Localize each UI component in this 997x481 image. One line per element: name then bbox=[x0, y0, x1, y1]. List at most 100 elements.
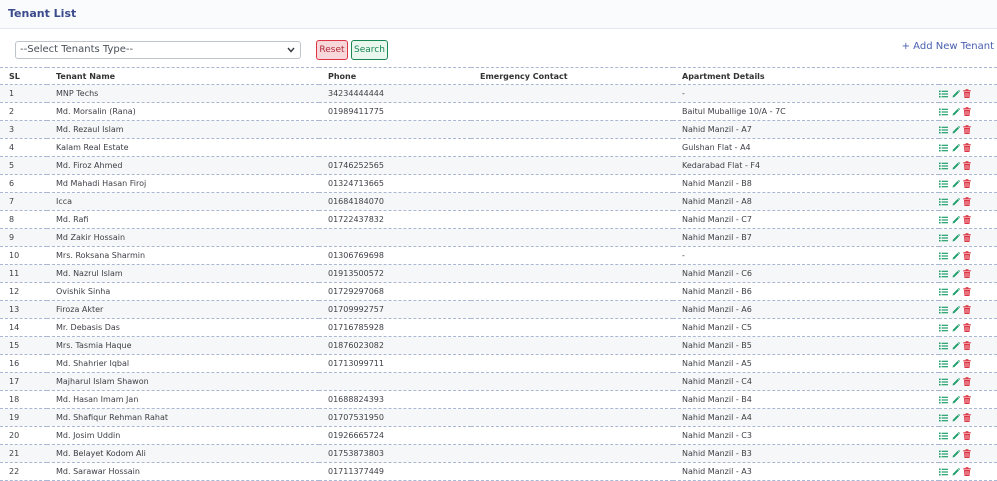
list-icon[interactable] bbox=[939, 360, 948, 368]
cell-phone: 01711377449 bbox=[319, 462, 471, 481]
delete-icon[interactable] bbox=[963, 269, 971, 278]
cell-emergency-contact bbox=[471, 354, 673, 373]
delete-icon[interactable] bbox=[963, 449, 971, 458]
cell-phone: 34234444444 bbox=[319, 84, 471, 103]
list-icon[interactable] bbox=[939, 270, 948, 278]
list-icon[interactable] bbox=[939, 396, 948, 404]
cell-sl: 8 bbox=[0, 210, 47, 229]
search-button[interactable]: Search bbox=[351, 40, 388, 60]
edit-icon[interactable] bbox=[952, 251, 960, 260]
chevron-down-icon bbox=[287, 47, 295, 53]
delete-icon[interactable] bbox=[963, 161, 971, 170]
edit-icon[interactable] bbox=[952, 269, 960, 278]
delete-icon[interactable] bbox=[963, 305, 971, 314]
list-icon[interactable] bbox=[939, 306, 948, 314]
delete-icon[interactable] bbox=[963, 233, 971, 242]
cell-actions bbox=[939, 264, 997, 283]
edit-icon[interactable] bbox=[952, 323, 960, 332]
edit-icon[interactable] bbox=[952, 413, 960, 422]
cell-sl: 15 bbox=[0, 336, 47, 355]
list-icon[interactable] bbox=[939, 252, 948, 260]
list-icon[interactable] bbox=[939, 144, 948, 152]
table-row: 21 Md. Belayet Kodom Ali 01753873803 Nah… bbox=[0, 444, 997, 463]
list-icon[interactable] bbox=[939, 234, 948, 242]
cell-phone bbox=[319, 372, 471, 391]
cell-sl: 13 bbox=[0, 300, 47, 319]
cell-emergency-contact bbox=[471, 282, 673, 301]
delete-icon[interactable] bbox=[963, 197, 971, 206]
cell-actions bbox=[939, 390, 997, 409]
edit-icon[interactable] bbox=[952, 125, 960, 134]
edit-icon[interactable] bbox=[952, 467, 960, 476]
edit-icon[interactable] bbox=[952, 431, 960, 440]
header-apartment-details: Apartment Details bbox=[673, 67, 939, 85]
delete-icon[interactable] bbox=[963, 395, 971, 404]
edit-icon[interactable] bbox=[952, 215, 960, 224]
list-icon[interactable] bbox=[939, 180, 948, 188]
delete-icon[interactable] bbox=[963, 323, 971, 332]
cell-phone: 01716785928 bbox=[319, 318, 471, 337]
edit-icon[interactable] bbox=[952, 341, 960, 350]
edit-icon[interactable] bbox=[952, 233, 960, 242]
cell-apartment-details: Nahid Manzil - A5 bbox=[673, 354, 939, 373]
list-icon[interactable] bbox=[939, 216, 948, 224]
cell-tenant-name: Md. Firoz Ahmed bbox=[47, 156, 319, 175]
list-icon[interactable] bbox=[939, 126, 948, 134]
edit-icon[interactable] bbox=[952, 179, 960, 188]
delete-icon[interactable] bbox=[963, 125, 971, 134]
cell-tenant-name: Md Mahadi Hasan Firoj bbox=[47, 174, 319, 193]
edit-icon[interactable] bbox=[952, 287, 960, 296]
delete-icon[interactable] bbox=[963, 89, 971, 98]
list-icon[interactable] bbox=[939, 342, 948, 350]
table-row: 16 Md. Shahrier Iqbal 01713099711 Nahid … bbox=[0, 354, 997, 373]
edit-icon[interactable] bbox=[952, 143, 960, 152]
cell-phone: 01688824393 bbox=[319, 390, 471, 409]
table-row: 4 Kalam Real Estate Gulshan Flat - A4 bbox=[0, 138, 997, 157]
edit-icon[interactable] bbox=[952, 161, 960, 170]
edit-icon[interactable] bbox=[952, 305, 960, 314]
edit-icon[interactable] bbox=[952, 197, 960, 206]
edit-icon[interactable] bbox=[952, 449, 960, 458]
delete-icon[interactable] bbox=[963, 251, 971, 260]
delete-icon[interactable] bbox=[963, 107, 971, 116]
delete-icon[interactable] bbox=[963, 179, 971, 188]
edit-icon[interactable] bbox=[952, 107, 960, 116]
edit-icon[interactable] bbox=[952, 89, 960, 98]
list-icon[interactable] bbox=[939, 198, 948, 206]
delete-icon[interactable] bbox=[963, 431, 971, 440]
edit-icon[interactable] bbox=[952, 359, 960, 368]
list-icon[interactable] bbox=[939, 288, 948, 296]
delete-icon[interactable] bbox=[963, 413, 971, 422]
cell-apartment-details: - bbox=[673, 84, 939, 103]
delete-icon[interactable] bbox=[963, 467, 971, 476]
list-icon[interactable] bbox=[939, 90, 948, 98]
cell-tenant-name: Md. Nazrul Islam bbox=[47, 264, 319, 283]
list-icon[interactable] bbox=[939, 432, 948, 440]
cell-emergency-contact bbox=[471, 390, 673, 409]
tenant-type-select[interactable]: --Select Tenants Type-- bbox=[15, 41, 301, 59]
delete-icon[interactable] bbox=[963, 143, 971, 152]
add-new-tenant-link[interactable]: + Add New Tenant bbox=[902, 41, 994, 52]
list-icon[interactable] bbox=[939, 468, 948, 476]
cell-apartment-details: Nahid Manzil - A4 bbox=[673, 408, 939, 427]
delete-icon[interactable] bbox=[963, 377, 971, 386]
delete-icon[interactable] bbox=[963, 341, 971, 350]
edit-icon[interactable] bbox=[952, 377, 960, 386]
cell-apartment-details: Nahid Manzil - B8 bbox=[673, 174, 939, 193]
cell-apartment-details: Nahid Manzil - B4 bbox=[673, 390, 939, 409]
delete-icon[interactable] bbox=[963, 287, 971, 296]
delete-icon[interactable] bbox=[963, 215, 971, 224]
list-icon[interactable] bbox=[939, 450, 948, 458]
list-icon[interactable] bbox=[939, 378, 948, 386]
cell-apartment-details: Nahid Manzil - A8 bbox=[673, 192, 939, 211]
edit-icon[interactable] bbox=[952, 395, 960, 404]
table-row: 11 Md. Nazrul Islam 01913500572 Nahid Ma… bbox=[0, 264, 997, 283]
reset-button[interactable]: Reset bbox=[316, 40, 348, 60]
list-icon[interactable] bbox=[939, 162, 948, 170]
list-icon[interactable] bbox=[939, 324, 948, 332]
list-icon[interactable] bbox=[939, 108, 948, 116]
list-icon[interactable] bbox=[939, 414, 948, 422]
table-row: 12 Ovishik Sinha 01729297068 Nahid Manzi… bbox=[0, 282, 997, 301]
cell-sl: 4 bbox=[0, 138, 47, 157]
delete-icon[interactable] bbox=[963, 359, 971, 368]
